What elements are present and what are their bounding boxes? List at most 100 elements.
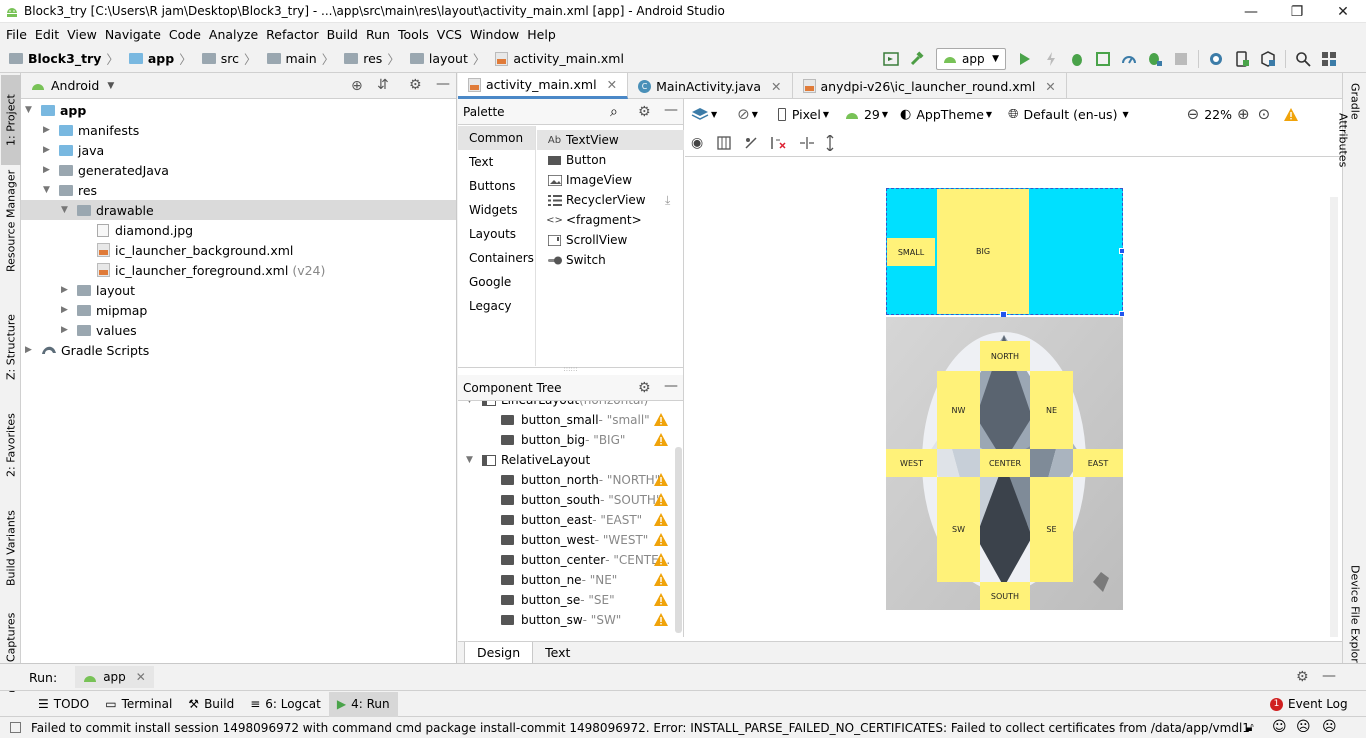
orientation-icon[interactable]: ⊘ bbox=[737, 105, 750, 123]
gear-icon[interactable]: ⚙ bbox=[1296, 669, 1309, 685]
breadcrumb-main[interactable]: main 〉 bbox=[266, 49, 341, 68]
zoom-in-icon[interactable]: ⊕ bbox=[1237, 105, 1250, 123]
run-icon[interactable] bbox=[1014, 48, 1036, 70]
preview-button-ne[interactable]: NE bbox=[1030, 371, 1073, 449]
sync-gradle-icon[interactable] bbox=[1205, 48, 1227, 70]
palette-category-text[interactable]: Text bbox=[458, 150, 535, 174]
scrollbar[interactable] bbox=[1330, 197, 1338, 637]
warning-icon[interactable] bbox=[654, 513, 668, 526]
component-tree-item[interactable]: button_se - "SE" bbox=[458, 590, 674, 610]
menu-navigate[interactable]: Navigate bbox=[105, 27, 161, 42]
warning-icon[interactable] bbox=[654, 533, 668, 546]
close-icon[interactable]: ✕ bbox=[136, 670, 146, 684]
chevron-down-icon[interactable]: ▼ bbox=[823, 110, 829, 119]
memory-icon[interactable]: ☹ bbox=[1322, 719, 1337, 735]
tab-attributes[interactable]: Attributes bbox=[1333, 113, 1353, 183]
status-message[interactable]: Failed to commit install session 1498096… bbox=[31, 721, 1251, 735]
breadcrumb-project[interactable]: Block3_try 〉 bbox=[9, 49, 125, 68]
chevron-down-icon[interactable]: ▼ bbox=[752, 110, 758, 119]
component-tree-item[interactable]: button_north - "NORTH" bbox=[458, 470, 674, 490]
tool-terminal[interactable]: ▭ Terminal bbox=[97, 692, 180, 717]
warning-icon[interactable] bbox=[654, 573, 668, 586]
device-select[interactable]: Pixel bbox=[792, 107, 821, 122]
pack-vertical-icon[interactable] bbox=[825, 135, 835, 151]
tree-item-launcher-background[interactable]: ic_launcher_background.xml bbox=[21, 240, 456, 260]
preview-button-north[interactable]: NORTH bbox=[980, 341, 1030, 371]
search-icon[interactable]: ⌕ bbox=[610, 104, 618, 120]
resize-handle[interactable] bbox=[1119, 248, 1125, 254]
tool-run[interactable]: ▶ 4: Run bbox=[328, 691, 398, 717]
maximize-button[interactable]: ❐ bbox=[1274, 0, 1320, 23]
close-button[interactable]: ✕ bbox=[1320, 0, 1366, 23]
relative-layout-preview[interactable]: NORTH NW NE WEST CENTER EAST SW SE SOUTH bbox=[886, 317, 1123, 610]
tool-build[interactable]: ⚒ Build bbox=[180, 692, 242, 717]
tab-text[interactable]: Text bbox=[533, 642, 582, 664]
tree-item-manifests[interactable]: ▶ manifests bbox=[21, 120, 456, 140]
warning-icon[interactable] bbox=[654, 413, 668, 426]
autoconnect-icon[interactable] bbox=[743, 135, 759, 151]
run-config-select[interactable]: app ▼ bbox=[936, 48, 1006, 70]
palette-category-legacy[interactable]: Legacy bbox=[458, 294, 535, 318]
locate-icon[interactable]: ⊕ bbox=[351, 78, 363, 94]
run-tab-app[interactable]: app ✕ bbox=[75, 666, 154, 688]
menu-build[interactable]: Build bbox=[327, 27, 358, 42]
gear-icon[interactable]: ⚙ bbox=[638, 380, 651, 396]
api-level-select[interactable]: 29 bbox=[864, 107, 880, 122]
lock-icon[interactable]: 🔓︎ bbox=[1246, 720, 1254, 735]
device-preview[interactable]: SMALL BIG NORTH NW NE WEST CENTER EAST S… bbox=[886, 188, 1125, 610]
tab-activity-main[interactable]: activity_main.xml ✕ bbox=[458, 73, 629, 99]
layers-icon[interactable] bbox=[691, 107, 709, 121]
component-tree-item[interactable]: button_big - "BIG" bbox=[458, 430, 674, 450]
breadcrumb-app[interactable]: app 〉 bbox=[128, 49, 198, 68]
event-log-button[interactable]: 1 Event Log bbox=[1262, 692, 1356, 717]
status-toggle-icon[interactable] bbox=[10, 722, 21, 733]
tree-item-layout[interactable]: ▶ layout bbox=[21, 280, 456, 300]
locale-select[interactable]: Default (en-us) bbox=[1023, 107, 1117, 122]
tool-logcat[interactable]: ≡ 6: Logcat bbox=[242, 692, 329, 717]
tree-item-generated-java[interactable]: ▶ generatedJava bbox=[21, 160, 456, 180]
linear-layout-preview[interactable]: SMALL BIG bbox=[886, 188, 1125, 318]
palette-category-google[interactable]: Google bbox=[458, 270, 535, 294]
tab-resource-manager[interactable]: Resource Manager bbox=[1, 170, 21, 272]
hide-icon[interactable]: — bbox=[1322, 668, 1336, 684]
menu-help[interactable]: Help bbox=[527, 27, 556, 42]
palette-category-containers[interactable]: Containers bbox=[458, 246, 535, 270]
hide-icon[interactable]: — bbox=[664, 102, 678, 118]
minimize-button[interactable]: — bbox=[1228, 0, 1274, 23]
tree-item-gradle-scripts[interactable]: ▶ Gradle Scripts bbox=[21, 340, 456, 360]
hammer-icon[interactable] bbox=[906, 48, 928, 70]
debug-icon[interactable] bbox=[1066, 48, 1088, 70]
avd-manager-icon[interactable] bbox=[1231, 48, 1253, 70]
tab-ic-launcher-round[interactable]: anydpi-v26\ic_launcher_round.xml ✕ bbox=[793, 73, 1067, 99]
zoom-out-icon[interactable]: ⊖ bbox=[1187, 105, 1200, 123]
palette-item-button[interactable]: Button bbox=[537, 150, 684, 170]
preview-button-west[interactable]: WEST bbox=[886, 449, 937, 477]
preview-button-sw[interactable]: SW bbox=[937, 477, 980, 582]
chevron-down-icon[interactable]: ▼ bbox=[466, 455, 476, 465]
close-icon[interactable]: ✕ bbox=[1045, 79, 1055, 94]
warning-icon[interactable] bbox=[654, 613, 668, 626]
component-tree-group[interactable]: ▼ LinearLayout(horizontal) bbox=[458, 401, 674, 410]
hide-icon[interactable]: — bbox=[436, 76, 450, 92]
attach-debugger-icon[interactable] bbox=[1144, 48, 1166, 70]
component-tree-item[interactable]: button_west - "WEST" bbox=[458, 530, 674, 550]
tool-todo[interactable]: ☰ TODO bbox=[30, 692, 97, 717]
palette-category-layouts[interactable]: Layouts bbox=[458, 222, 535, 246]
menu-edit[interactable]: Edit bbox=[35, 27, 59, 42]
breadcrumb-res[interactable]: res 〉 bbox=[344, 49, 406, 68]
palette-item-imageview[interactable]: ImageView bbox=[537, 170, 684, 190]
preview-button-east[interactable]: EAST bbox=[1073, 449, 1123, 477]
gear-icon[interactable]: ⚙ bbox=[638, 104, 651, 120]
tree-item-java[interactable]: ▶ java bbox=[21, 140, 456, 160]
menu-view[interactable]: View bbox=[67, 27, 97, 42]
warning-icon[interactable] bbox=[654, 433, 668, 446]
menu-tools[interactable]: Tools bbox=[398, 27, 429, 42]
chevron-down-icon[interactable]: ▼ bbox=[466, 401, 476, 405]
warning-icon[interactable] bbox=[1284, 107, 1299, 121]
tab-design[interactable]: Design bbox=[464, 641, 534, 664]
download-icon[interactable]: ⤓ bbox=[665, 193, 670, 208]
menu-window[interactable]: Window bbox=[470, 27, 519, 42]
sdk-manager-icon[interactable] bbox=[1257, 48, 1279, 70]
palette-item-switch[interactable]: Switch bbox=[537, 250, 684, 270]
component-tree-item[interactable]: button_sw - "SW" bbox=[458, 610, 674, 630]
